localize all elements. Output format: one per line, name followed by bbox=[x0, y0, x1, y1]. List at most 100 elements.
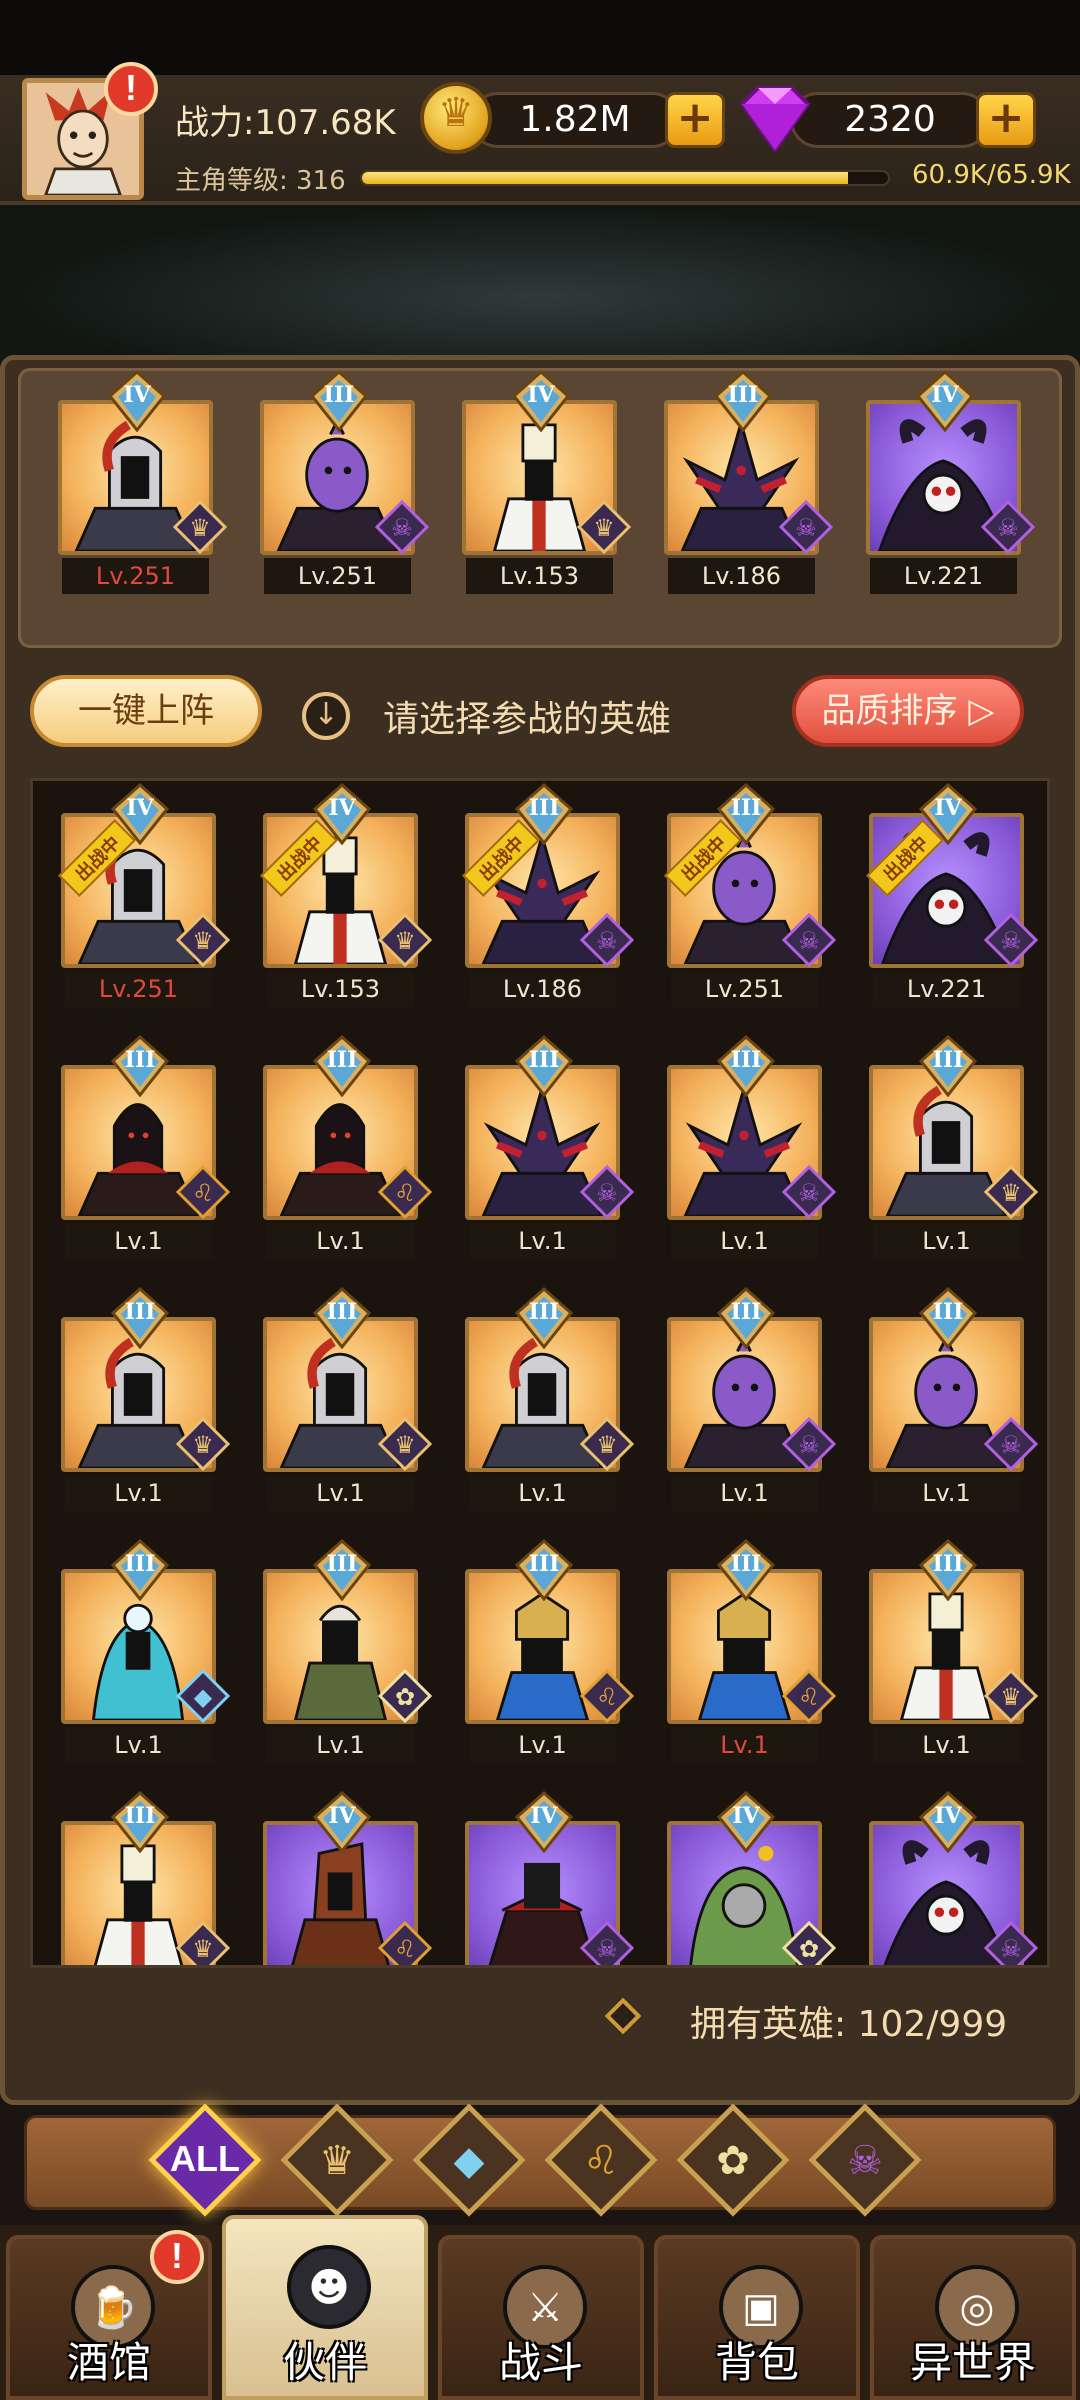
roster-hero-card[interactable]: III ♌ Lv.1 bbox=[667, 1539, 836, 1763]
lion-class-icon: ♌ bbox=[580, 1669, 634, 1723]
lion-class-icon: ♌ bbox=[176, 1165, 230, 1219]
hero-level: Lv.1 bbox=[267, 1475, 414, 1511]
rank-label: IV bbox=[934, 795, 962, 821]
demon-faction-icon: ☠ bbox=[847, 2138, 883, 2184]
roster-hero-card[interactable]: III ♌ Lv.1 bbox=[61, 1035, 230, 1259]
crown-class-icon: ♛ bbox=[173, 500, 227, 554]
hero-level: Lv.221 bbox=[873, 971, 1020, 1007]
svg-text:♛: ♛ bbox=[319, 2138, 355, 2184]
filter-crown-faction-icon[interactable]: ♛ bbox=[277, 2100, 397, 2220]
roster-hero-card[interactable]: IV ♛ 出战中 Lv.251 bbox=[58, 783, 230, 1007]
svg-text:♛: ♛ bbox=[192, 1935, 214, 1963]
lion-class-icon: ♌ bbox=[378, 1921, 432, 1965]
hero-level: Lv.153 bbox=[466, 558, 613, 594]
roster-hero-card[interactable]: III ♛ Lv.1 bbox=[869, 1539, 1038, 1763]
roster-hero-card[interactable]: IV ♌ bbox=[263, 1791, 432, 1965]
demon-class-icon: ☠ bbox=[779, 500, 833, 554]
roster-hero-card[interactable]: IV ✿ bbox=[667, 1791, 836, 1965]
crown-class-icon: ♛ bbox=[984, 1165, 1038, 1219]
hero-level: Lv.1 bbox=[267, 1727, 414, 1763]
rank-label: III bbox=[932, 1047, 964, 1073]
sort-quality-button[interactable]: 品质排序 ▷ bbox=[792, 675, 1024, 747]
svg-text:♛: ♛ bbox=[394, 927, 416, 955]
rank-label: III bbox=[323, 382, 355, 408]
roster-hero-card[interactable]: III ◆ Lv.1 bbox=[61, 1539, 230, 1763]
roster-hero-card[interactable]: III ✿ Lv.1 bbox=[263, 1539, 432, 1763]
nav-tab-battle[interactable]: ⚔ 战斗 bbox=[438, 2235, 644, 2400]
hero-level: Lv.1 bbox=[65, 1727, 212, 1763]
roster-hero-card[interactable]: III ♌ Lv.1 bbox=[465, 1539, 634, 1763]
team-hero-card[interactable]: III ☠ Lv.251 bbox=[260, 370, 429, 594]
add-gems-button[interactable]: + bbox=[976, 92, 1036, 148]
rank-label: III bbox=[326, 1551, 358, 1577]
fish-faction-icon: ◆ bbox=[454, 2138, 485, 2184]
filter-demon-faction-icon[interactable]: ☠ bbox=[805, 2100, 925, 2220]
roster-hero-card[interactable]: IV ☠ 出战中 Lv.221 bbox=[866, 783, 1038, 1007]
team-hero-card[interactable]: IV ♛ Lv.251 bbox=[58, 370, 227, 594]
combat-power: 战力:107.68K bbox=[175, 103, 396, 143]
hero-level: Lv.1 bbox=[671, 1475, 818, 1511]
roster-hero-card[interactable]: III ♛ Lv.1 bbox=[465, 1287, 634, 1511]
rank-label: III bbox=[528, 1551, 560, 1577]
quick-deploy-button[interactable]: 一键上阵 bbox=[30, 675, 262, 747]
svg-text:✿: ✿ bbox=[395, 1683, 415, 1711]
nav-tab-partner[interactable]: ☻ 伙伴 bbox=[222, 2215, 428, 2400]
roster-hero-card[interactable]: III ☠ Lv.1 bbox=[465, 1035, 634, 1259]
hero-level: Lv.186 bbox=[469, 971, 616, 1007]
rank-label: III bbox=[730, 1047, 762, 1073]
svg-text:⚔: ⚔ bbox=[527, 2285, 563, 2331]
background-scene bbox=[0, 205, 1080, 360]
down-arrow-icon: ↓ bbox=[302, 692, 350, 740]
avatar-alert-badge: ! bbox=[104, 62, 158, 116]
filter-all-filter[interactable]: ALL bbox=[145, 2100, 265, 2220]
roster-hero-card[interactable]: III ♛ Lv.1 bbox=[869, 1035, 1038, 1259]
roster-hero-card[interactable]: III ☠ Lv.1 bbox=[869, 1287, 1038, 1511]
rank-label: III bbox=[124, 1299, 156, 1325]
rank-label: IV bbox=[527, 382, 555, 408]
svg-text:◆: ◆ bbox=[454, 2138, 485, 2184]
roster-hero-card[interactable]: III ☠ 出战中 Lv.186 bbox=[462, 783, 634, 1007]
roster-hero-card[interactable]: III ☠ Lv.1 bbox=[667, 1035, 836, 1259]
rank-label: III bbox=[932, 1551, 964, 1577]
lion-class-icon: ♌ bbox=[782, 1669, 836, 1723]
hero-level: Lv.251 bbox=[671, 971, 818, 1007]
hero-level: Lv.1 bbox=[65, 1223, 212, 1259]
roster-hero-card[interactable]: III ☠ 出战中 Lv.251 bbox=[664, 783, 836, 1007]
svg-text:☠: ☠ bbox=[997, 514, 1019, 542]
nav-tab-portal[interactable]: ◎ 异世界 bbox=[870, 2235, 1076, 2400]
demon-class-icon: ☠ bbox=[782, 1417, 836, 1471]
demon-class-icon: ☠ bbox=[984, 913, 1038, 967]
roster-hero-card[interactable]: III ☠ Lv.1 bbox=[667, 1287, 836, 1511]
nav-label: 伙伴 bbox=[282, 2338, 367, 2387]
partner-icon: ☻ bbox=[287, 2245, 371, 2329]
hero-level: Lv.1 bbox=[65, 1475, 212, 1511]
hero-level: Lv.1 bbox=[671, 1727, 818, 1763]
svg-text:▣: ▣ bbox=[742, 2285, 780, 2331]
roster-hero-card[interactable]: IV ☠ bbox=[869, 1791, 1038, 1965]
crown-class-icon: ♛ bbox=[378, 1417, 432, 1471]
team-hero-card[interactable]: IV ☠ Lv.221 bbox=[866, 370, 1035, 594]
exp-text: 60.9K/65.9K bbox=[912, 160, 1071, 190]
team-hero-card[interactable]: III ☠ Lv.186 bbox=[664, 370, 833, 594]
svg-text:☠: ☠ bbox=[1000, 1431, 1022, 1459]
roster-hero-card[interactable]: III ♌ Lv.1 bbox=[263, 1035, 432, 1259]
roster-hero-card[interactable]: III ♛ Lv.1 bbox=[61, 1287, 230, 1511]
roster-hero-card[interactable]: III ♛ Lv.1 bbox=[263, 1287, 432, 1511]
hero-level: Lv.251 bbox=[264, 558, 411, 594]
team-hero-card[interactable]: IV ♛ Lv.153 bbox=[462, 370, 631, 594]
roster-hero-card[interactable]: IV ☠ bbox=[465, 1791, 634, 1965]
add-gold-button[interactable]: + bbox=[665, 92, 725, 148]
svg-text:☠: ☠ bbox=[596, 1179, 618, 1207]
nav-label: 异世界 bbox=[909, 2338, 1036, 2387]
roster-hero-card[interactable]: III ♛ bbox=[61, 1791, 230, 1965]
svg-text:☠: ☠ bbox=[798, 1179, 820, 1207]
hero-roster[interactable]: IV ♛ 出战中 Lv.251 IV ♛ 出战中 Lv.153 III ☠ 出战中 Lv.186 III… bbox=[30, 778, 1050, 1968]
filter-elf-faction-icon[interactable]: ✿ bbox=[673, 2100, 793, 2220]
nav-tab-backpack[interactable]: ▣ 背包 bbox=[654, 2235, 860, 2400]
svg-text:☠: ☠ bbox=[596, 1935, 618, 1963]
filter-fish-faction-icon[interactable]: ◆ bbox=[409, 2100, 529, 2220]
svg-text:♛: ♛ bbox=[596, 1431, 618, 1459]
tavern-alert-badge: ! bbox=[150, 2230, 204, 2284]
filter-lion-faction-icon[interactable]: ♌ bbox=[541, 2100, 661, 2220]
roster-hero-card[interactable]: IV ♛ 出战中 Lv.153 bbox=[260, 783, 432, 1007]
